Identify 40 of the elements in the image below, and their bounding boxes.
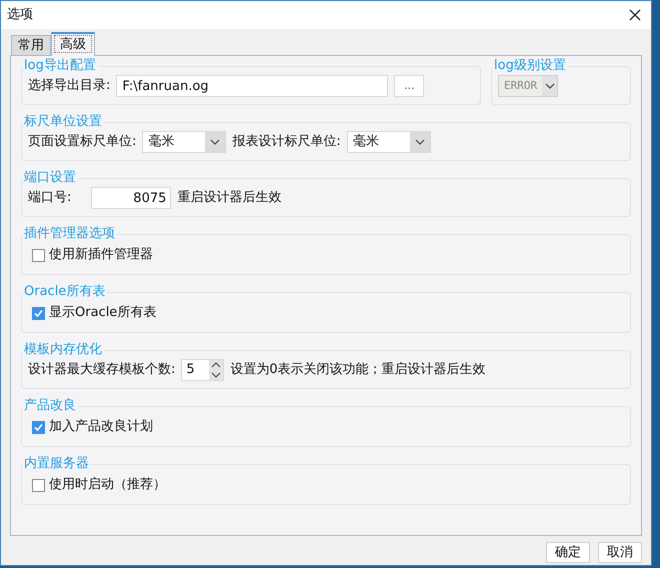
- dropdown[interactable]: 毫米: [346, 131, 431, 153]
- note-text: 设置为0表示关闭该功能；重启设计器后生效: [230, 361, 486, 380]
- group-title: 模板内存优化: [23, 342, 103, 358]
- path-field[interactable]: F:\fanruan.og: [116, 75, 388, 97]
- field-label: 设计器最大缓存模板个数:: [28, 361, 176, 380]
- field-label: 选择导出目录:: [28, 77, 110, 96]
- checkbox[interactable]: [32, 420, 45, 434]
- caret-icon: [414, 139, 425, 145]
- caret-icon: [544, 83, 555, 89]
- dialog-button[interactable]: 确定: [546, 542, 590, 563]
- checkbox-label: 加入产品改良计划: [49, 418, 153, 436]
- group-title: log级别设置: [493, 58, 567, 74]
- close-icon[interactable]: [629, 9, 641, 21]
- note-text: 重启设计器后生效: [177, 189, 282, 208]
- checkbox[interactable]: [32, 478, 45, 492]
- dropdown[interactable]: 毫米: [142, 131, 226, 153]
- group-title: Oracle所有表: [23, 284, 106, 300]
- browse-button[interactable]: ...: [394, 75, 424, 97]
- group-title: 端口设置: [23, 170, 77, 186]
- checkbox-label: 显示Oracle所有表: [49, 304, 156, 322]
- group-title: log导出配置: [23, 58, 97, 74]
- tab[interactable]: 常用: [11, 35, 51, 55]
- checkbox-label: 使用新插件管理器: [49, 246, 153, 264]
- dialog-button[interactable]: 取消: [598, 542, 642, 563]
- tab[interactable]: 高级: [51, 32, 95, 56]
- checkbox-label: 使用时启动（推荐）: [49, 476, 166, 494]
- field-label: 页面设置标尺单位:: [28, 133, 136, 152]
- group-title: 产品改良: [23, 398, 77, 414]
- checkbox[interactable]: [32, 248, 45, 262]
- spinner-arrows-icon[interactable]: [211, 361, 222, 379]
- number-spinner[interactable]: 5: [181, 359, 224, 381]
- window-title: 选项: [7, 6, 33, 24]
- field-label: 端口号:: [28, 189, 72, 208]
- port-field[interactable]: 8075: [91, 187, 172, 209]
- checkbox[interactable]: [32, 306, 45, 320]
- group-title: 标尺单位设置: [23, 114, 103, 130]
- field-label: 报表设计标尺单位:: [232, 133, 341, 152]
- caret-icon: [210, 139, 220, 145]
- group-title: 内置服务器: [23, 456, 90, 472]
- group-title: 插件管理器选项: [23, 226, 116, 242]
